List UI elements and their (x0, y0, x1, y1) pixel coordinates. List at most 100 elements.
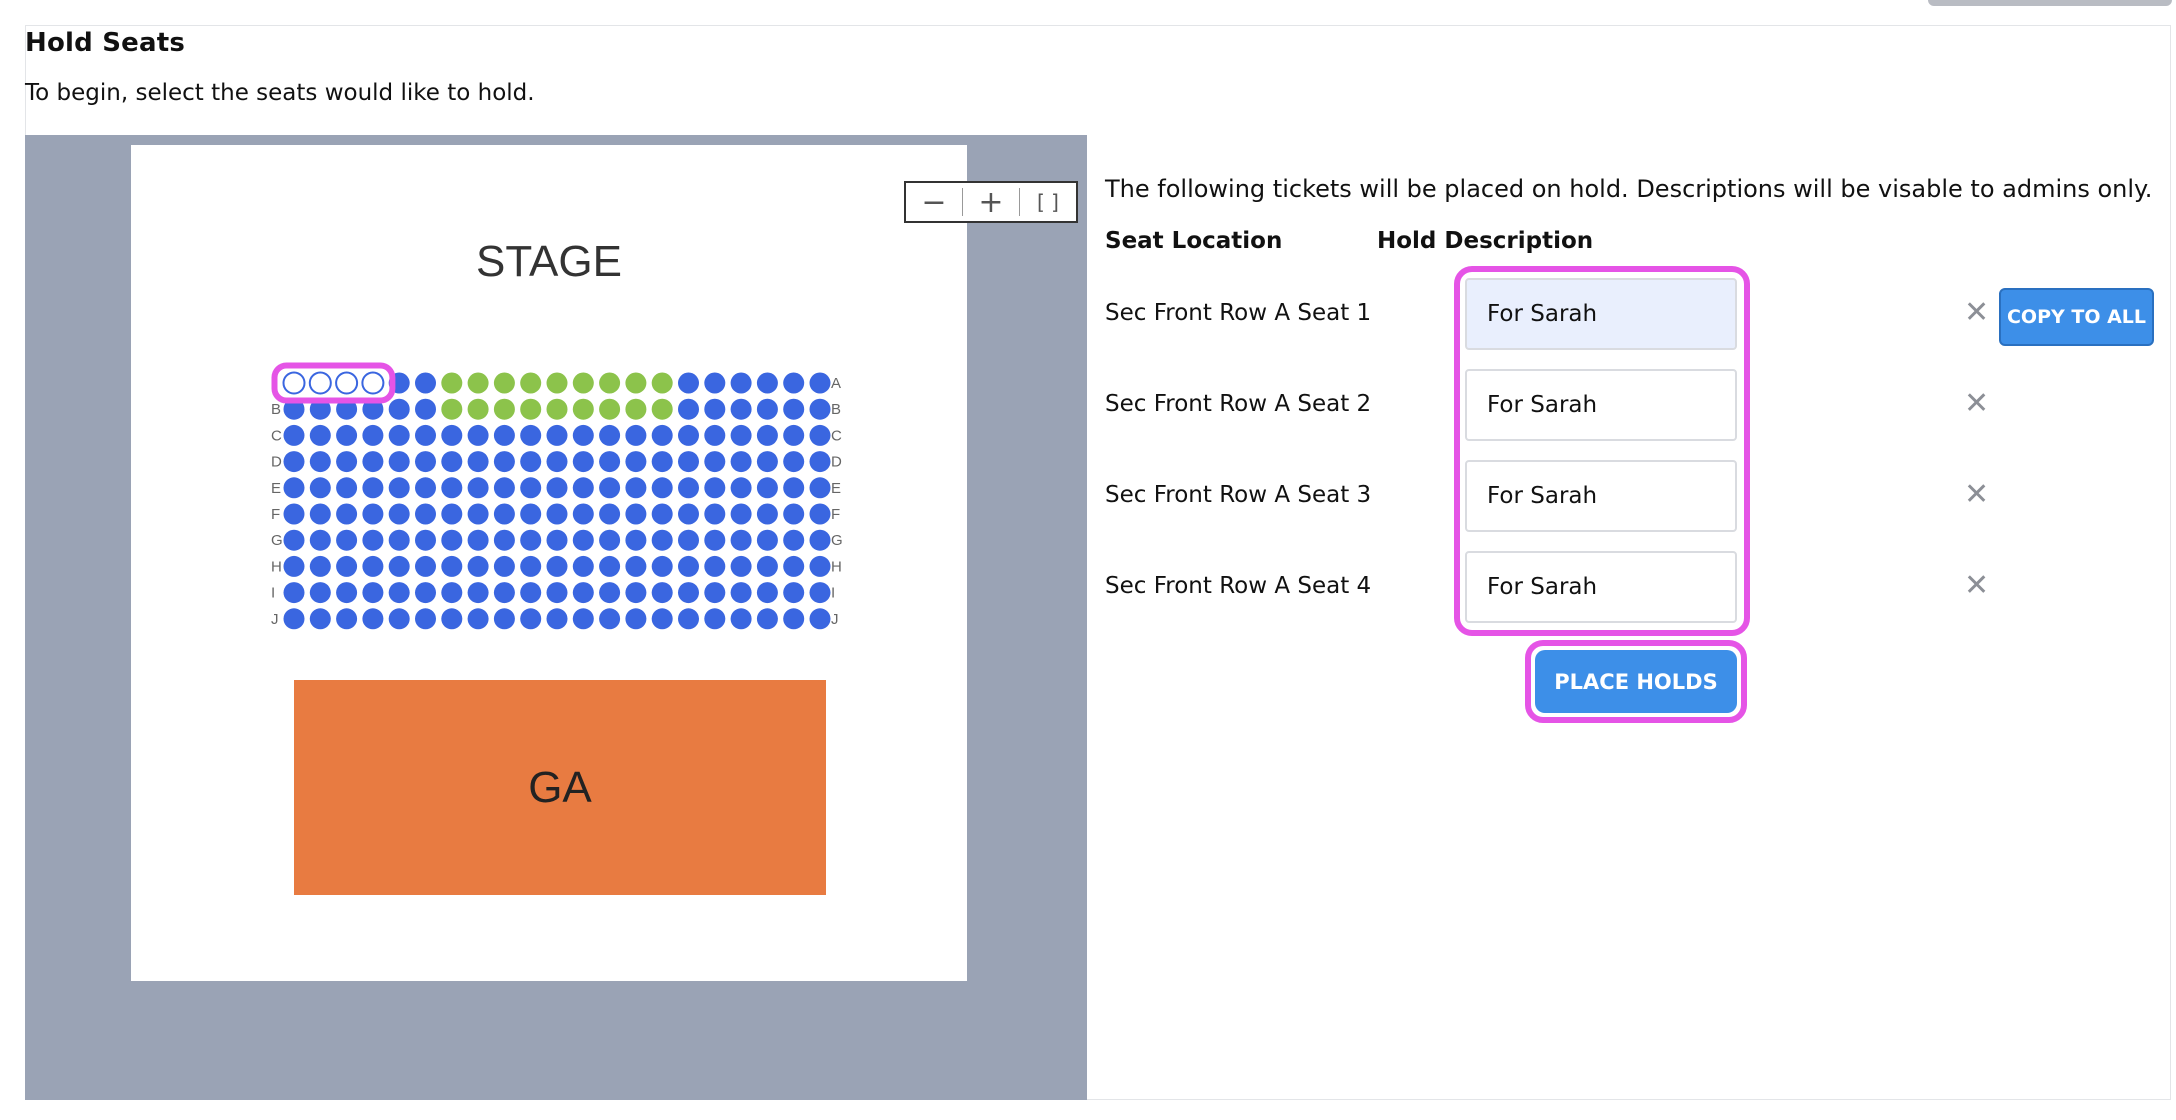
seat-selected-A4[interactable] (361, 371, 385, 395)
seat-available-G13[interactable] (599, 529, 621, 551)
seat-available-F21[interactable] (809, 503, 831, 525)
seat-available-E4[interactable] (362, 477, 384, 499)
seat-available-H3[interactable] (336, 555, 358, 577)
seat-available-D14[interactable] (625, 451, 647, 473)
seat-available-C5[interactable] (388, 424, 410, 446)
seat-available-I14[interactable] (625, 582, 647, 604)
seat-available-C18[interactable] (730, 424, 752, 446)
seat-available-D17[interactable] (704, 451, 726, 473)
seat-available-G15[interactable] (651, 529, 673, 551)
ga-section[interactable]: GA (294, 680, 826, 895)
seat-available-H8[interactable] (467, 555, 489, 577)
seat-available-D20[interactable] (783, 451, 805, 473)
seat-available-B21[interactable] (809, 398, 831, 420)
seat-available-E9[interactable] (493, 477, 515, 499)
seat-available-J17[interactable] (704, 608, 726, 630)
seat-available-F9[interactable] (493, 503, 515, 525)
seat-available-B5[interactable] (388, 398, 410, 420)
seat-available-D5[interactable] (388, 451, 410, 473)
seat-available-G8[interactable] (467, 529, 489, 551)
seat-available-G6[interactable] (415, 529, 436, 551)
seat-available-H6[interactable] (415, 555, 436, 577)
seat-available-J15[interactable] (651, 608, 673, 630)
seat-held-A8[interactable] (467, 372, 489, 394)
seat-available-F19[interactable] (756, 503, 778, 525)
seat-available-C1[interactable] (283, 424, 305, 446)
seat-available-H5[interactable] (388, 555, 410, 577)
seat-available-J19[interactable] (756, 608, 778, 630)
seat-held-A13[interactable] (599, 372, 621, 394)
seat-available-J18[interactable] (730, 608, 752, 630)
seat-selected-A3[interactable] (335, 371, 359, 395)
seat-available-J21[interactable] (809, 608, 831, 630)
seat-available-G9[interactable] (493, 529, 515, 551)
seat-available-H17[interactable] (704, 555, 726, 577)
seat-held-A10[interactable] (520, 372, 542, 394)
seat-available-E2[interactable] (309, 477, 331, 499)
seat-available-G18[interactable] (730, 529, 752, 551)
seat-held-B13[interactable] (599, 398, 621, 420)
seat-available-E19[interactable] (756, 477, 778, 499)
seat-available-F11[interactable] (546, 503, 568, 525)
seat-held-B7[interactable] (441, 398, 463, 420)
seat-available-I5[interactable] (388, 582, 410, 604)
seat-available-H16[interactable] (678, 555, 699, 577)
seat-available-F14[interactable] (625, 503, 647, 525)
seat-available-I8[interactable] (467, 582, 489, 604)
seat-available-D7[interactable] (441, 451, 463, 473)
seat-available-H10[interactable] (520, 555, 542, 577)
seat-available-F7[interactable] (441, 503, 463, 525)
seat-available-C20[interactable] (783, 424, 805, 446)
seat-available-C12[interactable] (572, 424, 594, 446)
seat-available-I4[interactable] (362, 582, 384, 604)
seat-held-B14[interactable] (625, 398, 647, 420)
seat-available-F16[interactable] (678, 503, 699, 525)
seat-available-H2[interactable] (309, 555, 331, 577)
seat-available-J8[interactable] (467, 608, 489, 630)
seat-available-H19[interactable] (756, 555, 778, 577)
seat-available-I18[interactable] (730, 582, 752, 604)
seat-available-I21[interactable] (809, 582, 831, 604)
seat-held-B9[interactable] (493, 398, 515, 420)
seat-available-F12[interactable] (572, 503, 594, 525)
seat-available-A18[interactable] (730, 372, 752, 394)
seat-available-G3[interactable] (336, 529, 358, 551)
seat-available-E3[interactable] (336, 477, 358, 499)
seat-available-D3[interactable] (336, 451, 358, 473)
seat-available-H9[interactable] (493, 555, 515, 577)
seat-available-E20[interactable] (783, 477, 805, 499)
seat-available-D11[interactable] (546, 451, 568, 473)
seat-available-C10[interactable] (520, 424, 542, 446)
seat-available-J1[interactable] (283, 608, 305, 630)
seat-available-C14[interactable] (625, 424, 647, 446)
seat-held-A7[interactable] (441, 372, 463, 394)
seat-available-I13[interactable] (599, 582, 621, 604)
seat-available-G12[interactable] (572, 529, 594, 551)
seat-available-E13[interactable] (599, 477, 621, 499)
place-holds-button[interactable]: PLACE HOLDS (1535, 650, 1737, 713)
seat-available-F15[interactable] (651, 503, 673, 525)
seat-available-D15[interactable] (651, 451, 673, 473)
seat-available-J5[interactable] (388, 608, 410, 630)
seat-available-I19[interactable] (756, 582, 778, 604)
seat-held-A12[interactable] (572, 372, 594, 394)
seat-available-E8[interactable] (467, 477, 489, 499)
seat-held-A11[interactable] (546, 372, 568, 394)
seat-available-D21[interactable] (809, 451, 831, 473)
seat-available-D2[interactable] (309, 451, 331, 473)
seat-available-E7[interactable] (441, 477, 463, 499)
remove-hold-4-icon[interactable]: ✕ (1964, 568, 1989, 603)
seat-available-I11[interactable] (546, 582, 568, 604)
seat-available-D16[interactable] (678, 451, 699, 473)
seat-available-J12[interactable] (572, 608, 594, 630)
seat-available-J7[interactable] (441, 608, 463, 630)
seat-available-D13[interactable] (599, 451, 621, 473)
seat-available-B6[interactable] (415, 398, 436, 420)
seat-available-H15[interactable] (651, 555, 673, 577)
seat-available-I7[interactable] (441, 582, 463, 604)
seat-available-C6[interactable] (415, 424, 436, 446)
remove-hold-1-icon[interactable]: ✕ (1964, 295, 1989, 330)
seat-available-F5[interactable] (388, 503, 410, 525)
seat-available-J6[interactable] (415, 608, 436, 630)
seat-available-C11[interactable] (546, 424, 568, 446)
